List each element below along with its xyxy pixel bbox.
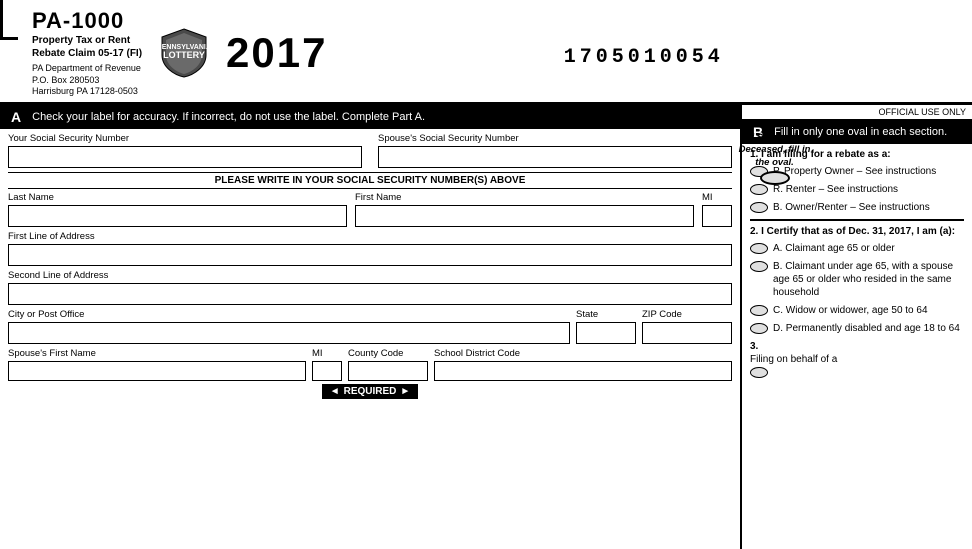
school-district-label: School District Code bbox=[434, 348, 732, 359]
form-header: PA-1000 Property Tax or Rent Rebate Clai… bbox=[0, 0, 972, 105]
page: PA-1000 Property Tax or Rent Rebate Clai… bbox=[0, 0, 972, 549]
school-district-input[interactable] bbox=[434, 361, 732, 381]
first-name-input[interactable] bbox=[355, 205, 694, 227]
question-2: 2. I Certify that as of Dec. 31, 2017, I… bbox=[750, 225, 964, 238]
spouse-ssn-label: Spouse's Social Security Number bbox=[378, 133, 732, 144]
option-b[interactable]: B. Owner/Renter – See instructions bbox=[750, 201, 964, 214]
city-state-row: City or Post Office State ZIP Code bbox=[8, 309, 732, 344]
section-a-label: A bbox=[6, 108, 26, 126]
address2-label: Second Line of Address bbox=[8, 270, 732, 281]
spouse-ssn-field: Spouse's Social Security Number If Spous… bbox=[378, 133, 732, 168]
lottery-shield-icon: PENNSYLVANIA LOTTERY bbox=[160, 27, 208, 79]
ssn-row: Your Social Security Number Spouse's Soc… bbox=[8, 133, 732, 168]
spouse-mi-label: MI bbox=[312, 348, 342, 359]
school-district-field: School District Code bbox=[434, 348, 732, 381]
option-2c[interactable]: C. Widow or widower, age 50 to 64 bbox=[750, 304, 964, 317]
option-2b[interactable]: B. Claimant under age 65, with a spouse … bbox=[750, 260, 964, 299]
state-label: State bbox=[576, 309, 636, 320]
city-field: City or Post Office bbox=[8, 309, 570, 344]
option-2c-text: C. Widow or widower, age 50 to 64 bbox=[773, 304, 928, 317]
section-a: A Check your label for accuracy. If inco… bbox=[0, 105, 742, 549]
oval-b[interactable] bbox=[750, 202, 768, 213]
form-dept: PA Department of Revenue P.O. Box 280503… bbox=[32, 63, 142, 98]
form-title: PA-1000 bbox=[32, 8, 142, 34]
your-ssn-field: Your Social Security Number bbox=[8, 133, 362, 168]
deceased-oval[interactable] bbox=[760, 171, 790, 185]
address1-label: First Line of Address bbox=[8, 231, 732, 242]
option-2b-text: B. Claimant under age 65, with a spouse … bbox=[773, 260, 964, 299]
first-name-label: First Name bbox=[355, 192, 694, 203]
spouse-deceased-label: If Spouse is Deceased, fill in the oval. bbox=[737, 132, 812, 187]
spouse-mi-input[interactable] bbox=[312, 361, 342, 381]
spouse-first-input[interactable] bbox=[8, 361, 306, 381]
question-3-label: 3. bbox=[750, 340, 964, 353]
mi-label: MI bbox=[702, 192, 732, 203]
official-use-only: OFFICIAL USE ONLY bbox=[742, 105, 972, 120]
form-subtitle: Property Tax or Rent Rebate Claim 05-17 … bbox=[32, 34, 142, 60]
city-input[interactable] bbox=[8, 322, 570, 344]
option-2d-text: D. Permanently disabled and age 18 to 64 bbox=[773, 322, 960, 335]
bottom-row: Spouse's First Name MI County Code bbox=[8, 348, 732, 381]
corner-mark bbox=[0, 0, 18, 40]
last-name-input[interactable] bbox=[8, 205, 347, 227]
main-content: A Check your label for accuracy. If inco… bbox=[0, 105, 972, 549]
spouse-first-field: Spouse's First Name bbox=[8, 348, 306, 381]
oval-3[interactable] bbox=[750, 367, 768, 378]
section-divider bbox=[750, 219, 964, 221]
mi-input[interactable] bbox=[702, 205, 732, 227]
spouse-first-label: Spouse's First Name bbox=[8, 348, 306, 359]
spouse-mi-field: MI bbox=[312, 348, 342, 381]
city-label: City or Post Office bbox=[8, 309, 570, 320]
oval-2d[interactable] bbox=[750, 323, 768, 334]
county-input[interactable] bbox=[348, 361, 428, 381]
oval-2a[interactable] bbox=[750, 243, 768, 254]
state-input[interactable] bbox=[576, 322, 636, 344]
spouse-ssn-input[interactable] bbox=[378, 146, 732, 168]
address2-input[interactable] bbox=[8, 283, 732, 305]
address1-field: First Line of Address bbox=[8, 231, 732, 266]
required-badge: ◄ REQUIRED ► bbox=[322, 384, 419, 399]
your-ssn-input[interactable] bbox=[8, 146, 362, 168]
address2-field: Second Line of Address bbox=[8, 270, 732, 305]
name-row: Last Name First Name MI bbox=[8, 192, 732, 227]
ssn-notice: PLEASE WRITE IN YOUR SOCIAL SECURITY NUM… bbox=[8, 172, 732, 189]
option-3-bottom bbox=[750, 366, 964, 378]
ssn-wrapper: Your Social Security Number Spouse's Soc… bbox=[8, 133, 732, 168]
section-a-body: Your Social Security Number Spouse's Soc… bbox=[0, 129, 740, 549]
header-left: PA-1000 Property Tax or Rent Rebate Clai… bbox=[32, 8, 142, 98]
section-a-header: A Check your label for accuracy. If inco… bbox=[0, 105, 740, 129]
barcode-number: 1705010054 bbox=[327, 38, 960, 69]
county-field: County Code bbox=[348, 348, 428, 381]
last-name-label: Last Name bbox=[8, 192, 347, 203]
svg-text:LOTTERY: LOTTERY bbox=[163, 50, 205, 60]
zip-label: ZIP Code bbox=[642, 309, 732, 320]
zip-input[interactable] bbox=[642, 322, 732, 344]
last-name-field: Last Name bbox=[8, 192, 347, 227]
state-field: State bbox=[576, 309, 636, 344]
first-name-field: First Name bbox=[355, 192, 694, 227]
required-area: ◄ REQUIRED ► bbox=[8, 384, 732, 399]
year-display: 2017 bbox=[226, 29, 327, 77]
lottery-logo: PENNSYLVANIA LOTTERY bbox=[160, 27, 208, 79]
mi-field: MI bbox=[702, 192, 732, 227]
oval-2b[interactable] bbox=[750, 261, 768, 272]
option-2a-text: A. Claimant age 65 or older bbox=[773, 242, 895, 255]
option-2a[interactable]: A. Claimant age 65 or older bbox=[750, 242, 964, 255]
option-b-text: B. Owner/Renter – See instructions bbox=[773, 201, 930, 214]
oval-2c[interactable] bbox=[750, 305, 768, 316]
option-2d[interactable]: D. Permanently disabled and age 18 to 64 bbox=[750, 322, 964, 335]
your-ssn-label: Your Social Security Number bbox=[8, 133, 362, 144]
filing-text: Filing on behalf of a bbox=[750, 353, 964, 366]
county-label: County Code bbox=[348, 348, 428, 359]
address1-input[interactable] bbox=[8, 244, 732, 266]
zip-field: ZIP Code bbox=[642, 309, 732, 344]
